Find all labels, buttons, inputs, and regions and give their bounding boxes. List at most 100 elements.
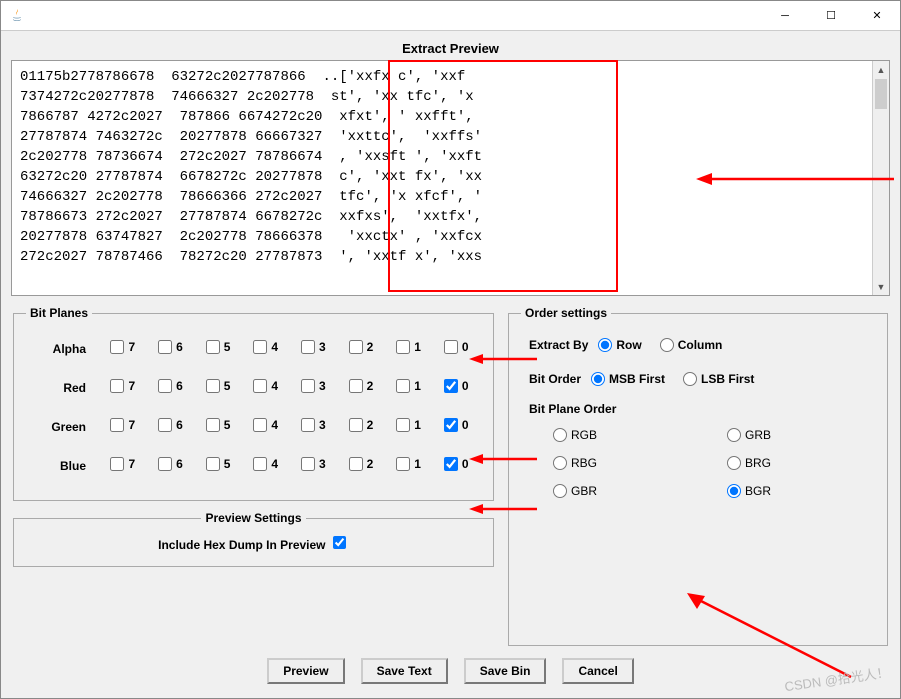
extract-by-label: Extract By xyxy=(529,338,588,352)
bit-checkbox-red-3[interactable] xyxy=(301,379,315,393)
titlebar: ─ ☐ ✕ xyxy=(1,1,900,31)
bit-checkbox-alpha-7[interactable] xyxy=(110,340,124,354)
bit-label: 5 xyxy=(224,457,231,471)
save-text-button[interactable]: Save Text xyxy=(361,658,448,684)
bit-checkbox-red-0[interactable] xyxy=(444,379,458,393)
bit-label: 0 xyxy=(462,340,469,354)
bit-checkbox-green-4[interactable] xyxy=(253,418,267,432)
plane-order-radio-gbr[interactable] xyxy=(553,484,567,498)
plane-order-radio-grb[interactable] xyxy=(727,428,741,442)
bit-label: 7 xyxy=(128,379,135,393)
extract-by-radio-row[interactable] xyxy=(598,338,612,352)
bit-label: 2 xyxy=(367,457,374,471)
plane-order-radio-bgr[interactable] xyxy=(727,484,741,498)
bit-checkbox-red-1[interactable] xyxy=(396,379,410,393)
bit-label: 3 xyxy=(319,379,326,393)
bit-label: 5 xyxy=(224,379,231,393)
bit-label: 1 xyxy=(414,418,421,432)
save-bin-button[interactable]: Save Bin xyxy=(464,658,547,684)
bit-label: 1 xyxy=(414,340,421,354)
bit-label: 7 xyxy=(128,418,135,432)
bit-checkbox-red-2[interactable] xyxy=(349,379,363,393)
channel-label-alpha: Alpha xyxy=(28,330,98,367)
close-button[interactable]: ✕ xyxy=(854,1,900,30)
plane-order-radio-brg[interactable] xyxy=(727,456,741,470)
include-hex-checkbox[interactable] xyxy=(333,536,346,549)
preview-settings-legend: Preview Settings xyxy=(201,511,305,525)
bit-checkbox-red-6[interactable] xyxy=(158,379,172,393)
bit-label: 3 xyxy=(319,457,326,471)
bit-checkbox-green-6[interactable] xyxy=(158,418,172,432)
bit-checkbox-alpha-6[interactable] xyxy=(158,340,172,354)
bit-label: 4 xyxy=(271,340,278,354)
bit-checkbox-red-4[interactable] xyxy=(253,379,267,393)
button-row: Preview Save Text Save Bin Cancel xyxy=(11,646,890,698)
plane-order-option-label: RBG xyxy=(571,456,597,470)
bit-checkbox-alpha-0[interactable] xyxy=(444,340,458,354)
bit-label: 6 xyxy=(176,457,183,471)
bit-order-radio-msb-first[interactable] xyxy=(591,372,605,386)
bit-label: 1 xyxy=(414,457,421,471)
scroll-up-icon[interactable]: ▲ xyxy=(873,61,889,78)
bit-checkbox-blue-6[interactable] xyxy=(158,457,172,471)
bit-checkbox-blue-7[interactable] xyxy=(110,457,124,471)
bit-label: 1 xyxy=(414,379,421,393)
bit-planes-legend: Bit Planes xyxy=(26,306,92,320)
bit-plane-order-label: Bit Plane Order xyxy=(521,396,875,420)
bit-checkbox-blue-1[interactable] xyxy=(396,457,410,471)
preview-button[interactable]: Preview xyxy=(267,658,344,684)
bit-label: 4 xyxy=(271,457,278,471)
bit-checkbox-alpha-3[interactable] xyxy=(301,340,315,354)
bit-order-option-label: LSB First xyxy=(701,372,754,386)
bit-checkbox-green-1[interactable] xyxy=(396,418,410,432)
bit-label: 6 xyxy=(176,418,183,432)
bit-planes-fieldset: Bit Planes Alpha76543210Red76543210Green… xyxy=(13,306,494,501)
maximize-button[interactable]: ☐ xyxy=(808,1,854,30)
plane-order-radio-rgb[interactable] xyxy=(553,428,567,442)
bit-label: 7 xyxy=(128,340,135,354)
bit-label: 6 xyxy=(176,379,183,393)
extract-by-option-label: Column xyxy=(678,338,723,352)
bit-label: 0 xyxy=(462,379,469,393)
bit-checkbox-blue-4[interactable] xyxy=(253,457,267,471)
plane-order-option-label: GRB xyxy=(745,428,771,442)
bit-label: 3 xyxy=(319,340,326,354)
bit-checkbox-alpha-5[interactable] xyxy=(206,340,220,354)
bit-checkbox-blue-5[interactable] xyxy=(206,457,220,471)
extract-by-radio-column[interactable] xyxy=(660,338,674,352)
bit-order-radio-lsb-first[interactable] xyxy=(683,372,697,386)
cancel-button[interactable]: Cancel xyxy=(562,658,633,684)
bit-checkbox-red-7[interactable] xyxy=(110,379,124,393)
bit-checkbox-green-3[interactable] xyxy=(301,418,315,432)
bit-checkbox-green-2[interactable] xyxy=(349,418,363,432)
bit-checkbox-green-0[interactable] xyxy=(444,418,458,432)
bit-label: 0 xyxy=(462,418,469,432)
minimize-button[interactable]: ─ xyxy=(762,1,808,30)
bit-label: 4 xyxy=(271,379,278,393)
plane-order-option-label: GBR xyxy=(571,484,597,498)
scrollbar-thumb[interactable] xyxy=(875,79,887,109)
scrollbar[interactable]: ▲ ▼ xyxy=(872,61,889,295)
bit-checkbox-blue-0[interactable] xyxy=(444,457,458,471)
bit-checkbox-red-5[interactable] xyxy=(206,379,220,393)
extract-by-option-label: Row xyxy=(616,338,641,352)
bit-checkbox-alpha-2[interactable] xyxy=(349,340,363,354)
bit-checkbox-green-7[interactable] xyxy=(110,418,124,432)
order-settings-fieldset: Order settings Extract By RowColumn Bit … xyxy=(508,306,888,646)
preview-text[interactable]: 01175b2778786678 63272c2027787866 ..['xx… xyxy=(12,61,872,295)
bit-label: 0 xyxy=(462,457,469,471)
bit-checkbox-blue-2[interactable] xyxy=(349,457,363,471)
channel-label-red: Red xyxy=(28,369,98,406)
bit-checkbox-alpha-1[interactable] xyxy=(396,340,410,354)
bit-checkbox-green-5[interactable] xyxy=(206,418,220,432)
bit-checkbox-alpha-4[interactable] xyxy=(253,340,267,354)
plane-order-radio-rbg[interactable] xyxy=(553,456,567,470)
bit-checkbox-blue-3[interactable] xyxy=(301,457,315,471)
java-icon xyxy=(7,6,27,26)
bit-label: 6 xyxy=(176,340,183,354)
bit-label: 7 xyxy=(128,457,135,471)
scroll-down-icon[interactable]: ▼ xyxy=(873,278,889,295)
bit-label: 3 xyxy=(319,418,326,432)
plane-order-option-label: BRG xyxy=(745,456,771,470)
plane-order-option-label: RGB xyxy=(571,428,597,442)
